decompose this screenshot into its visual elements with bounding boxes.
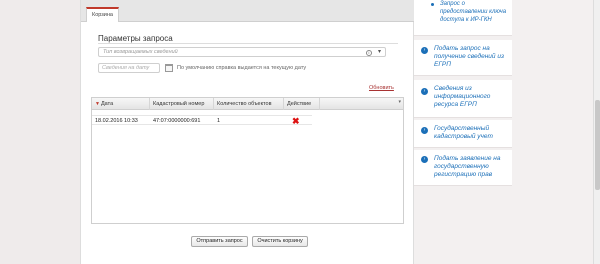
info-icon[interactable]: i bbox=[366, 49, 372, 56]
sidebar-item-egrp-info[interactable]: › Сведения из информационного ресурса ЕГ… bbox=[414, 80, 512, 118]
arrow-right-icon: › bbox=[421, 47, 428, 54]
date-placeholder: Сведения на дату bbox=[102, 65, 150, 71]
refresh-link[interactable]: Обновить bbox=[369, 85, 394, 91]
scrollbar[interactable] bbox=[593, 0, 600, 264]
arrow-right-icon: › bbox=[421, 88, 428, 95]
request-params-title: Параметры запроса bbox=[98, 34, 173, 43]
column-header-date[interactable]: ▼Дата bbox=[92, 98, 150, 110]
arrow-right-icon: › bbox=[421, 156, 428, 163]
sidebar-item-label: Государственный кадастровый учет bbox=[434, 125, 493, 140]
grid-header: ▼Дата Кадастровый номер Количество объек… bbox=[92, 98, 403, 110]
sidebar-item-label: Сведения из информационного ресурса ЕГРП bbox=[434, 85, 491, 108]
column-header-count[interactable]: Количество объектов bbox=[214, 98, 284, 110]
return-type-placeholder: Тип возвращаемых сведений bbox=[103, 49, 178, 55]
clear-cart-button[interactable]: Очистить корзину bbox=[252, 236, 308, 247]
sort-desc-icon: ▼ bbox=[95, 101, 100, 107]
sidebar-item-egrp-request[interactable]: › Подать запрос на получение сведений из… bbox=[414, 40, 512, 76]
sidebar-item-access-key[interactable]: Запрос о предоставлении ключа доступа к … bbox=[414, 0, 512, 36]
cell-date: 18.02.2016 10:33 bbox=[95, 118, 138, 124]
cell-count: 1 bbox=[217, 118, 221, 124]
return-type-select[interactable]: Тип возвращаемых сведений i ▾ bbox=[98, 47, 386, 57]
main-panel: Корзина Параметры запроса Тип возвращаем… bbox=[80, 0, 415, 264]
sidebar-item-label: Подать заявление на государственную реги… bbox=[434, 155, 501, 178]
sidebar-item-cadastral[interactable]: › Государственный кадастровый учет bbox=[414, 120, 512, 148]
sidebar-item-label: Подать запрос на получение сведений из Е… bbox=[434, 45, 504, 68]
column-header-action[interactable]: Действие bbox=[284, 98, 320, 110]
cell-cadastral-number: 47:07:0000000:691 bbox=[153, 118, 201, 124]
sidebar-item-registration[interactable]: › Подать заявление на государственную ре… bbox=[414, 150, 512, 186]
calendar-icon[interactable] bbox=[165, 64, 173, 72]
column-menu-icon[interactable]: ▾ bbox=[398, 99, 401, 105]
divider bbox=[98, 43, 398, 44]
send-request-button[interactable]: Отправить запрос bbox=[191, 236, 248, 247]
scrollbar-thumb[interactable] bbox=[595, 100, 600, 190]
chevron-down-icon[interactable]: ▾ bbox=[378, 48, 381, 55]
arrow-right-icon: › bbox=[421, 127, 428, 134]
table-row[interactable]: 18.02.2016 10:33 47:07:0000000:691 1 ✖ bbox=[92, 115, 312, 126]
date-hint: По умолчанию справка выдается на текущую… bbox=[177, 65, 307, 71]
sidebar-item-label: Запрос о предоставлении ключа доступа к … bbox=[440, 1, 507, 23]
column-header-cadastral[interactable]: Кадастровый номер bbox=[150, 98, 214, 110]
date-field[interactable]: Сведения на дату bbox=[98, 63, 160, 73]
background-left bbox=[0, 0, 80, 264]
delete-icon[interactable]: ✖ bbox=[292, 116, 300, 126]
tab-strip: Корзина bbox=[81, 0, 415, 22]
cart-grid: ▼Дата Кадастровый номер Количество объек… bbox=[91, 97, 404, 224]
sidebar: Запрос о предоставлении ключа доступа к … bbox=[414, 0, 592, 264]
bullet-icon bbox=[431, 3, 434, 6]
tab-cart[interactable]: Корзина bbox=[86, 7, 119, 22]
